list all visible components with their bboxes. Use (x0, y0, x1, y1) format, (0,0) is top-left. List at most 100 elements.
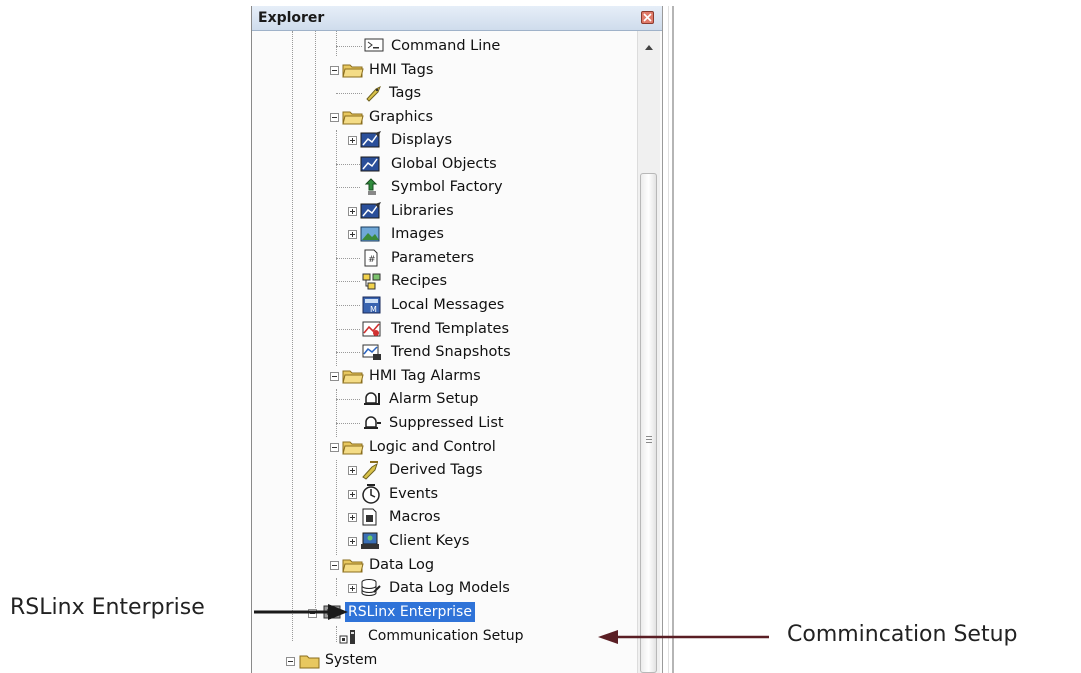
libraries-icon (360, 202, 381, 220)
svg-text:#: # (368, 255, 376, 265)
tree-item-label: Data Log (369, 557, 435, 573)
alarm-setup-icon (362, 390, 382, 408)
scrollbar-thumb[interactable] (640, 173, 657, 673)
collapse-icon[interactable] (286, 657, 295, 666)
tree-item-label: Local Messages (391, 297, 505, 313)
tree-item-label: Trend Snapshots (391, 344, 511, 360)
folder-icon (342, 438, 364, 456)
tree-item-graphics[interactable]: Graphics (252, 107, 632, 129)
global-objects-icon (360, 155, 380, 173)
images-icon (360, 225, 380, 243)
expand-icon[interactable] (348, 207, 357, 216)
communication-setup-icon (338, 628, 358, 646)
tree-item-system[interactable]: System (252, 650, 632, 672)
collapse-icon[interactable] (330, 66, 339, 75)
tree-item-label: HMI Tag Alarms (369, 368, 481, 384)
tree-item-client-keys[interactable]: Client Keys (252, 531, 632, 553)
tree-item-data-log-models[interactable]: Data Log Models (252, 578, 632, 600)
explorer-titlebar: Explorer (252, 6, 662, 31)
client-keys-icon (360, 531, 380, 549)
tree-item-logic-and-control[interactable]: Logic and Control (252, 437, 632, 459)
window-divider (668, 6, 669, 673)
tree-item-trend-snapshots[interactable]: Trend Snapshots (252, 342, 632, 364)
events-icon (360, 484, 380, 504)
tree-item-hmi-tags[interactable]: HMI Tags (252, 60, 632, 82)
tree-item-label: Libraries (391, 203, 454, 219)
symbol-factory-icon (362, 178, 382, 196)
expand-icon[interactable] (348, 537, 357, 546)
vertical-scrollbar[interactable] (637, 31, 660, 673)
folder-icon (342, 367, 364, 385)
tree-item-suppressed-list[interactable]: Suppressed List (252, 413, 632, 435)
tree-item-label: Events (389, 486, 439, 502)
parameters-icon: # (362, 249, 382, 267)
recipes-icon (362, 272, 382, 290)
folder-icon (342, 61, 364, 79)
tree-item-parameters[interactable]: # Parameters (252, 248, 632, 270)
tree-item-label: Macros (389, 509, 441, 525)
tree-item-events[interactable]: Events (252, 484, 632, 506)
tree-item-images[interactable]: Images (252, 224, 632, 246)
tree-item-displays[interactable]: Displays (252, 130, 632, 152)
tree-item-macros[interactable]: Macros (252, 507, 632, 529)
tree-item-label: Derived Tags (389, 462, 483, 478)
annotation-communication-label: Commincation Setup (787, 622, 1018, 647)
tree-item-data-log[interactable]: Data Log (252, 555, 632, 577)
collapse-icon[interactable] (330, 561, 339, 570)
tree-item-local-messages[interactable]: M Local Messages (252, 295, 632, 317)
folder-icon (299, 652, 320, 670)
expand-icon[interactable] (348, 513, 357, 522)
scrollbar-grip-line (646, 442, 652, 443)
tree-item-label-selected: RSLinx Enterprise (345, 602, 475, 622)
tree-item-recipes[interactable]: Recipes (252, 271, 632, 293)
svg-text:M: M (370, 305, 377, 314)
tree-item-libraries[interactable]: Libraries (252, 201, 632, 223)
tree-item-label: Data Log Models (389, 580, 510, 596)
macros-icon (360, 507, 380, 526)
command-line-icon (364, 37, 384, 55)
tree-item-trend-templates[interactable]: Trend Templates (252, 319, 632, 341)
annotation-rslinx-label: RSLinx Enterprise (10, 595, 205, 620)
tree-item-label: Tags (389, 85, 422, 101)
explorer-panel: Explorer Command Line HMI Tags Tags Grap… (251, 6, 663, 673)
tree-item-label: System (325, 652, 378, 668)
collapse-icon[interactable] (330, 113, 339, 122)
tags-icon (364, 84, 384, 102)
data-log-models-icon (360, 578, 381, 596)
close-icon[interactable] (641, 11, 654, 24)
explorer-title: Explorer (258, 10, 325, 26)
tree-item-tags[interactable]: Tags (252, 83, 632, 105)
tree-item-label: Trend Templates (391, 321, 510, 337)
tree-item-hmi-tag-alarms[interactable]: HMI Tag Alarms (252, 366, 632, 388)
folder-icon (342, 108, 364, 126)
tree-item-label: Global Objects (391, 156, 497, 172)
tree-item-communication-setup[interactable]: Communication Setup (252, 626, 632, 648)
displays-icon (360, 131, 381, 149)
expand-icon[interactable] (348, 490, 357, 499)
scrollbar-grip-line (646, 439, 652, 440)
scroll-up-arrow-icon[interactable] (638, 39, 660, 55)
tree-item-symbol-factory[interactable]: Symbol Factory (252, 177, 632, 199)
tree-item-label: Communication Setup (368, 628, 524, 644)
tree-item-alarm-setup[interactable]: Alarm Setup (252, 389, 632, 411)
trend-snapshots-icon (362, 343, 382, 361)
tree-item-label: Command Line (391, 38, 501, 54)
tree-item-derived-tags[interactable]: Derived Tags (252, 460, 632, 482)
scrollbar-grip-line (646, 436, 652, 437)
expand-icon[interactable] (348, 584, 357, 593)
collapse-icon[interactable] (330, 443, 339, 452)
tree-item-label: Graphics (369, 109, 434, 125)
tree-item-label: Images (391, 226, 444, 242)
window-divider (672, 6, 674, 673)
tree-item-global-objects[interactable]: Global Objects (252, 154, 632, 176)
collapse-icon[interactable] (330, 372, 339, 381)
suppressed-list-icon (362, 414, 382, 432)
expand-icon[interactable] (348, 466, 357, 475)
expand-icon[interactable] (348, 136, 357, 145)
tree-item-label: Alarm Setup (389, 391, 479, 407)
expand-icon[interactable] (348, 230, 357, 239)
folder-icon (342, 556, 364, 574)
tree-item-label: HMI Tags (369, 62, 434, 78)
tree-item-label: Recipes (391, 273, 448, 289)
tree-item-command-line[interactable]: Command Line (252, 36, 632, 58)
